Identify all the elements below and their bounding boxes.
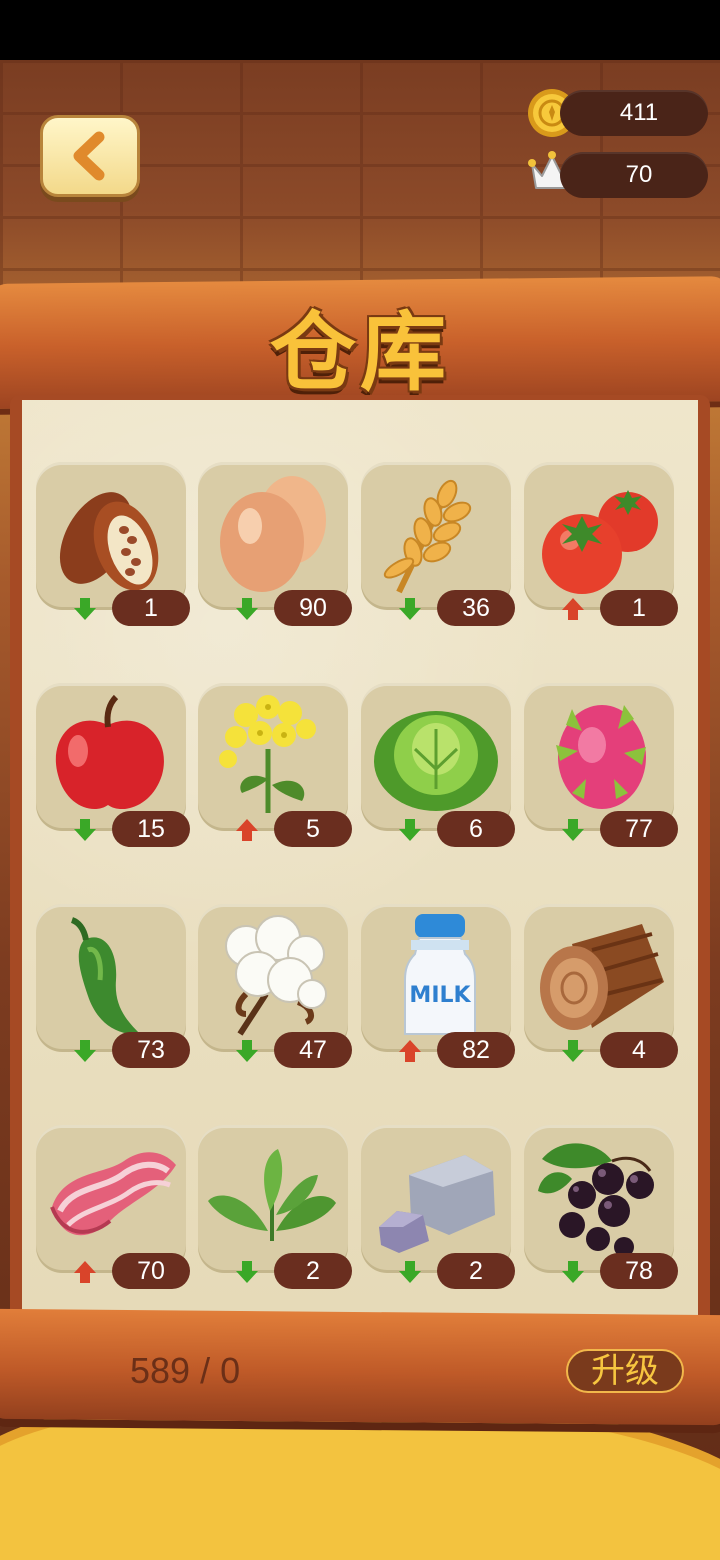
item-tile-wheat[interactable]: 36 xyxy=(361,462,515,632)
item-count: 47 xyxy=(274,1032,352,1068)
trend-down-icon xyxy=(399,1261,421,1283)
item-tile-green-pepper[interactable]: 73 xyxy=(36,904,190,1074)
trend-down-icon xyxy=(236,1261,258,1283)
item-tile-blackcurrant[interactable]: 78 xyxy=(524,1125,678,1295)
trend-down-icon xyxy=(74,1040,96,1062)
item-tile-apple[interactable]: 15 xyxy=(36,683,190,853)
trend-up-icon xyxy=(399,1040,421,1062)
item-tile-cotton[interactable]: 47 xyxy=(198,904,352,1074)
apple-icon xyxy=(55,694,164,810)
item-tile-wood-log[interactable]: 4 xyxy=(524,904,678,1074)
item-count: 6 xyxy=(437,811,515,847)
item-count: 77 xyxy=(600,811,678,847)
page-title: 仓库 xyxy=(270,305,450,401)
item-count: 15 xyxy=(112,811,190,847)
trend-down-icon xyxy=(236,598,258,620)
trend-up-icon xyxy=(236,819,258,841)
item-count: 36 xyxy=(437,590,515,626)
item-count: 5 xyxy=(274,811,352,847)
cacao-icon xyxy=(59,492,159,591)
item-count: 2 xyxy=(437,1253,515,1289)
bacon-icon xyxy=(50,1152,176,1236)
wood-log-icon xyxy=(540,924,664,1030)
blackcurrant-icon xyxy=(538,1143,654,1257)
egg-icon xyxy=(220,476,326,592)
item-tile-milk[interactable]: MILK 82 xyxy=(361,904,515,1074)
item-count: 82 xyxy=(437,1032,515,1068)
trend-down-icon xyxy=(74,598,96,620)
crown-balance: 70 xyxy=(560,152,708,198)
item-tile-tomato[interactable]: 1 xyxy=(524,462,678,632)
item-tile-egg[interactable]: 90 xyxy=(198,462,352,632)
item-count: 2 xyxy=(274,1253,352,1289)
cabbage-icon xyxy=(374,711,498,811)
item-count: 1 xyxy=(112,590,190,626)
item-count: 4 xyxy=(600,1032,678,1068)
item-count: 90 xyxy=(274,590,352,626)
trend-down-icon xyxy=(236,1040,258,1062)
wheat-icon xyxy=(383,479,472,594)
upgrade-button[interactable]: 升级 xyxy=(566,1349,684,1393)
item-tile-cabbage[interactable]: 6 xyxy=(361,683,515,853)
trend-down-icon xyxy=(399,819,421,841)
item-count: 70 xyxy=(112,1253,190,1289)
tomato-icon xyxy=(542,490,658,594)
cotton-icon xyxy=(225,915,327,1036)
storage-capacity: 589 / 0 xyxy=(130,1350,241,1391)
chevron-left-icon xyxy=(73,131,105,181)
trend-down-icon xyxy=(562,1261,584,1283)
item-tile-herb-leaves[interactable]: 2 xyxy=(198,1125,352,1295)
coin-balance: 411 xyxy=(560,90,708,136)
item-tile-stone[interactable]: 2 xyxy=(361,1125,515,1295)
back-button[interactable] xyxy=(40,115,140,197)
item-count: 1 xyxy=(600,590,678,626)
coin-count: 411 xyxy=(619,99,659,126)
item-count: 78 xyxy=(600,1253,678,1289)
item-tile-cacao[interactable]: 1 xyxy=(36,462,190,632)
item-tile-rapeseed-flower[interactable]: 5 xyxy=(198,683,352,853)
herb-leaves-icon xyxy=(208,1149,336,1241)
green-pepper-icon xyxy=(70,917,140,1035)
trend-up-icon xyxy=(562,598,584,620)
item-tile-dragon-fruit[interactable]: 77 xyxy=(524,683,678,853)
stone-icon xyxy=(379,1155,495,1253)
trend-up-icon xyxy=(74,1261,96,1283)
milk-label: MILK xyxy=(409,983,471,1008)
status-bar xyxy=(0,0,720,60)
trend-down-icon xyxy=(562,1040,584,1062)
trend-down-icon xyxy=(74,819,96,841)
milk-bottle-icon: MILK xyxy=(404,914,476,1035)
trend-down-icon xyxy=(399,598,421,620)
item-count: 73 xyxy=(112,1032,190,1068)
crown-count: 70 xyxy=(625,161,653,188)
trend-down-icon xyxy=(562,819,584,841)
dragon-fruit-icon xyxy=(556,705,646,809)
item-tile-bacon[interactable]: 70 xyxy=(36,1125,190,1295)
rapeseed-flower-icon xyxy=(219,695,316,813)
